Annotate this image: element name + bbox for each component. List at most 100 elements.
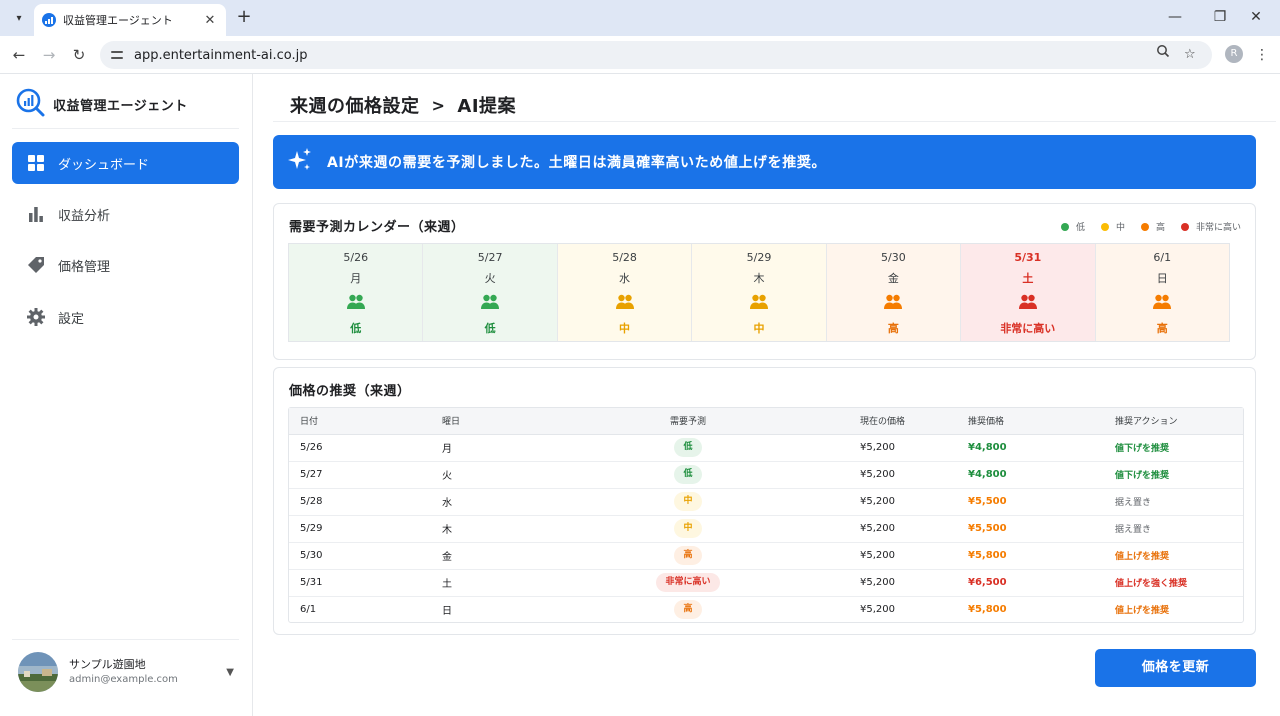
people-icon (480, 294, 500, 310)
sidebar-item-label: 収益分析 (58, 208, 111, 224)
legend-dot (1180, 222, 1189, 231)
demand-level: 中 (753, 322, 765, 335)
chevron-down-icon[interactable]: ▼ (226, 667, 234, 678)
column-header: 曜日 (399, 408, 599, 435)
demand-badge: 高 (674, 546, 702, 565)
breadcrumb-separator: > (431, 95, 446, 115)
cell-day-of-week: 火 (399, 461, 599, 489)
calendar-day[interactable]: 6/1 日 高 (1095, 244, 1229, 341)
sidebar-item-revenue-analysis[interactable]: 収益分析 (12, 193, 239, 235)
cell-recommended-action: 値下げを推奨 (1095, 461, 1243, 489)
legend-item: 高 (1140, 220, 1165, 233)
user-menu[interactable]: サンプル遊園地 admin@example.com ▼ (18, 651, 238, 693)
calendar-day[interactable]: 5/26 月 低 (289, 244, 424, 341)
sidebar-item-price-management[interactable]: 価格管理 (12, 244, 239, 286)
ai-insight-banner: AIが来週の需要を予測しました。土曜日は満員確率高いため値上げを推奨。 (273, 135, 1256, 189)
cell-demand: 中 (599, 515, 777, 543)
breadcrumb: 来週の価格設定 > AI提案 (290, 92, 516, 118)
cell-recommended-price: ¥4,800 (945, 461, 1095, 489)
demand-level: 非常に高い (1000, 322, 1056, 335)
cell-current-price: ¥5,200 (777, 434, 945, 462)
main-content: 来週の価格設定 > AI提案 AIが来週の需要を予測しました。土曜日は満員確率高… (253, 74, 1280, 716)
legend-item: 非常に高い (1180, 220, 1241, 233)
table-row: 5/31 土 非常に高い ¥5,200 ¥6,500 値上げを強く推奨 (289, 569, 1243, 597)
cell-date: 6/1 (300, 604, 317, 616)
close-tab-icon[interactable]: ✕ (202, 13, 218, 28)
demand-calendar-card: 需要予測カレンダー（来週） 低 中 高 非常に高い 5/26 月 低 5/27 … (273, 203, 1256, 360)
cell-current-price: ¥5,200 (777, 461, 945, 489)
table-header-row: 日付 曜日 需要予測 現在の価格 推奨価格 推奨アクション (289, 408, 1243, 435)
browser-tab[interactable]: 収益管理エージェント ✕ (34, 4, 226, 36)
demand-badge: 高 (674, 600, 702, 620)
tab-title: 収益管理エージェント (63, 14, 173, 27)
bookmark-star-icon[interactable]: ☆ (1184, 41, 1196, 69)
legend-dot (1060, 222, 1069, 231)
update-price-button[interactable]: 価格を更新 (1095, 649, 1256, 687)
minimize-window-button[interactable]: — (1160, 6, 1190, 28)
day-of-week: 木 (753, 272, 765, 285)
column-header: 推奨アクション (1095, 408, 1243, 435)
calendar-day[interactable]: 5/31 土 非常に高い (961, 244, 1096, 341)
column-header: 需要予測 (599, 408, 777, 435)
dashboard-icon (27, 154, 45, 172)
sidebar-item-dashboard[interactable]: ダッシュボード (12, 142, 239, 184)
zoom-icon[interactable] (1156, 41, 1170, 69)
demand-badge: 低 (674, 438, 702, 457)
demand-badge: 低 (674, 465, 702, 484)
site-settings-icon[interactable] (110, 48, 124, 62)
demand-badge: 中 (674, 519, 702, 538)
legend-dot (1140, 222, 1149, 231)
back-button[interactable]: ← (8, 44, 30, 66)
day-date: 5/27 (477, 251, 503, 264)
legend-item: 中 (1100, 220, 1125, 233)
table-row: 5/28 水 中 ¥5,200 ¥5,500 据え置き (289, 488, 1243, 516)
page-subtitle: AI提案 (457, 96, 517, 117)
divider (12, 639, 239, 640)
profile-avatar-button[interactable]: R (1225, 45, 1243, 63)
close-window-button[interactable]: ✕ (1241, 6, 1271, 28)
gear-icon (27, 308, 45, 326)
app-root: 収益管理エージェント ダッシュボード 収益分析 価格管理 設定 サンプル遊園地 … (0, 74, 1280, 716)
cell-current-price: ¥5,200 (777, 515, 945, 543)
day-of-week: 月 (350, 272, 362, 285)
calendar-day[interactable]: 5/27 火 低 (423, 244, 558, 341)
forward-button[interactable]: → (38, 44, 60, 66)
cell-day-of-week: 木 (399, 515, 599, 543)
browser-menu-icon[interactable]: ⋮ (1254, 44, 1270, 66)
cell-recommended-action: 値下げを推奨 (1095, 434, 1243, 462)
cell-date: 5/30 (289, 542, 399, 570)
sidebar-item-settings[interactable]: 設定 (12, 296, 239, 338)
day-of-week: 水 (619, 272, 631, 285)
cell-date: 5/31 (289, 569, 399, 597)
cell-recommended-action: 据え置き (1095, 515, 1243, 543)
legend-label: 非常に高い (1195, 223, 1241, 233)
people-icon (749, 294, 769, 310)
demand-calendar: 5/26 月 低 5/27 火 低 5/28 水 中 5/29 木 中 5/30… (288, 243, 1230, 342)
demand-badge: 非常に高い (656, 573, 720, 592)
app-logo-icon (16, 88, 45, 121)
cell-recommended-price: ¥6,500 (945, 569, 1095, 597)
tab-search-button[interactable]: ▾ (8, 7, 30, 29)
maximize-window-button[interactable]: ❐ (1205, 6, 1235, 28)
calendar-day[interactable]: 5/29 木 中 (692, 244, 827, 341)
divider (12, 128, 239, 129)
address-bar[interactable]: app.entertainment-ai.co.jp ☆ (100, 41, 1212, 69)
reload-button[interactable]: ↻ (68, 44, 90, 66)
day-date: 5/26 (343, 251, 369, 264)
day-of-week: 土 (1022, 272, 1034, 285)
new-tab-button[interactable]: + (234, 6, 254, 28)
sidebar: 収益管理エージェント ダッシュボード 収益分析 価格管理 設定 サンプル遊園地 … (0, 74, 253, 716)
day-date: 6/1 (1153, 251, 1172, 264)
people-icon (615, 294, 635, 310)
brand[interactable]: 収益管理エージェント (16, 88, 188, 121)
calendar-day[interactable]: 5/28 水 中 (557, 244, 693, 341)
legend-label: 高 (1155, 223, 1165, 233)
calendar-day[interactable]: 5/30 金 高 (826, 244, 962, 341)
legend-item: 低 (1060, 220, 1085, 233)
sidebar-item-label: 価格管理 (58, 259, 111, 275)
legend-label: 低 (1075, 223, 1085, 233)
day-date: 5/31 (1014, 251, 1042, 264)
cell-day-of-week: 日 (442, 606, 452, 618)
cell-recommended-price: ¥5,800 (968, 604, 1007, 616)
sidebar-item-label: 設定 (58, 311, 85, 327)
